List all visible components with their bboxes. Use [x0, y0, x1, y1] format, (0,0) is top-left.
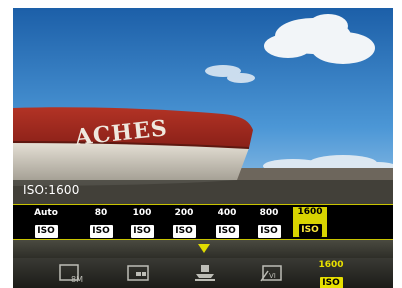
iso-badge: ISO: [130, 225, 154, 238]
selection-pointer-bar: [13, 240, 393, 258]
resolution-8m-icon[interactable]: 8M: [57, 262, 87, 284]
menu-iso-value: 1600: [318, 260, 344, 270]
iso-option-100[interactable]: 100 ISO: [125, 208, 159, 238]
iso-option-value: 1600: [297, 207, 323, 217]
iso-badge: ISO: [172, 225, 196, 238]
camera-screen: ACHES ISO:1600 Auto ISO 80 ISO 100 ISO 2…: [13, 8, 393, 288]
iso-selector: Auto ISO 80 ISO 100 ISO 200 ISO 400 ISO …: [13, 204, 393, 240]
svg-text:VI: VI: [269, 272, 276, 280]
quality-icon[interactable]: [124, 262, 154, 284]
function-menu-bar: 8M VI 1600 ISO: [13, 258, 393, 288]
iso-option-1600[interactable]: 1600 ISO: [293, 207, 327, 237]
boat: ACHES: [13, 107, 253, 186]
scene-mode-icon[interactable]: VI: [257, 262, 287, 284]
iso-option-400[interactable]: 400 ISO: [210, 208, 244, 238]
down-arrow-icon: [198, 244, 210, 253]
iso-icon[interactable]: 1600 ISO: [315, 260, 347, 288]
iso-option-800[interactable]: 800 ISO: [252, 208, 286, 238]
menu-iso-badge: ISO: [319, 277, 343, 288]
iso-readout: ISO:1600: [23, 183, 80, 197]
svg-text:8M: 8M: [71, 275, 83, 284]
iso-badge: ISO: [34, 225, 58, 238]
iso-badge: ISO: [215, 225, 239, 238]
iso-option-value: 400: [217, 208, 237, 218]
iso-option-value: 80: [94, 208, 108, 218]
iso-badge: ISO: [298, 224, 322, 237]
iso-badge: ISO: [89, 225, 113, 238]
iso-badge: ISO: [257, 225, 281, 238]
iso-option-auto[interactable]: Auto ISO: [29, 208, 63, 238]
iso-option-80[interactable]: 80 ISO: [84, 208, 118, 238]
iso-option-value: 200: [174, 208, 194, 218]
iso-option-200[interactable]: 200 ISO: [167, 208, 201, 238]
iso-option-value: 800: [259, 208, 279, 218]
status-bar: ISO:1600: [13, 180, 393, 204]
iso-option-value: Auto: [34, 208, 58, 218]
iso-option-value: 100: [132, 208, 152, 218]
metering-icon[interactable]: [190, 262, 220, 284]
